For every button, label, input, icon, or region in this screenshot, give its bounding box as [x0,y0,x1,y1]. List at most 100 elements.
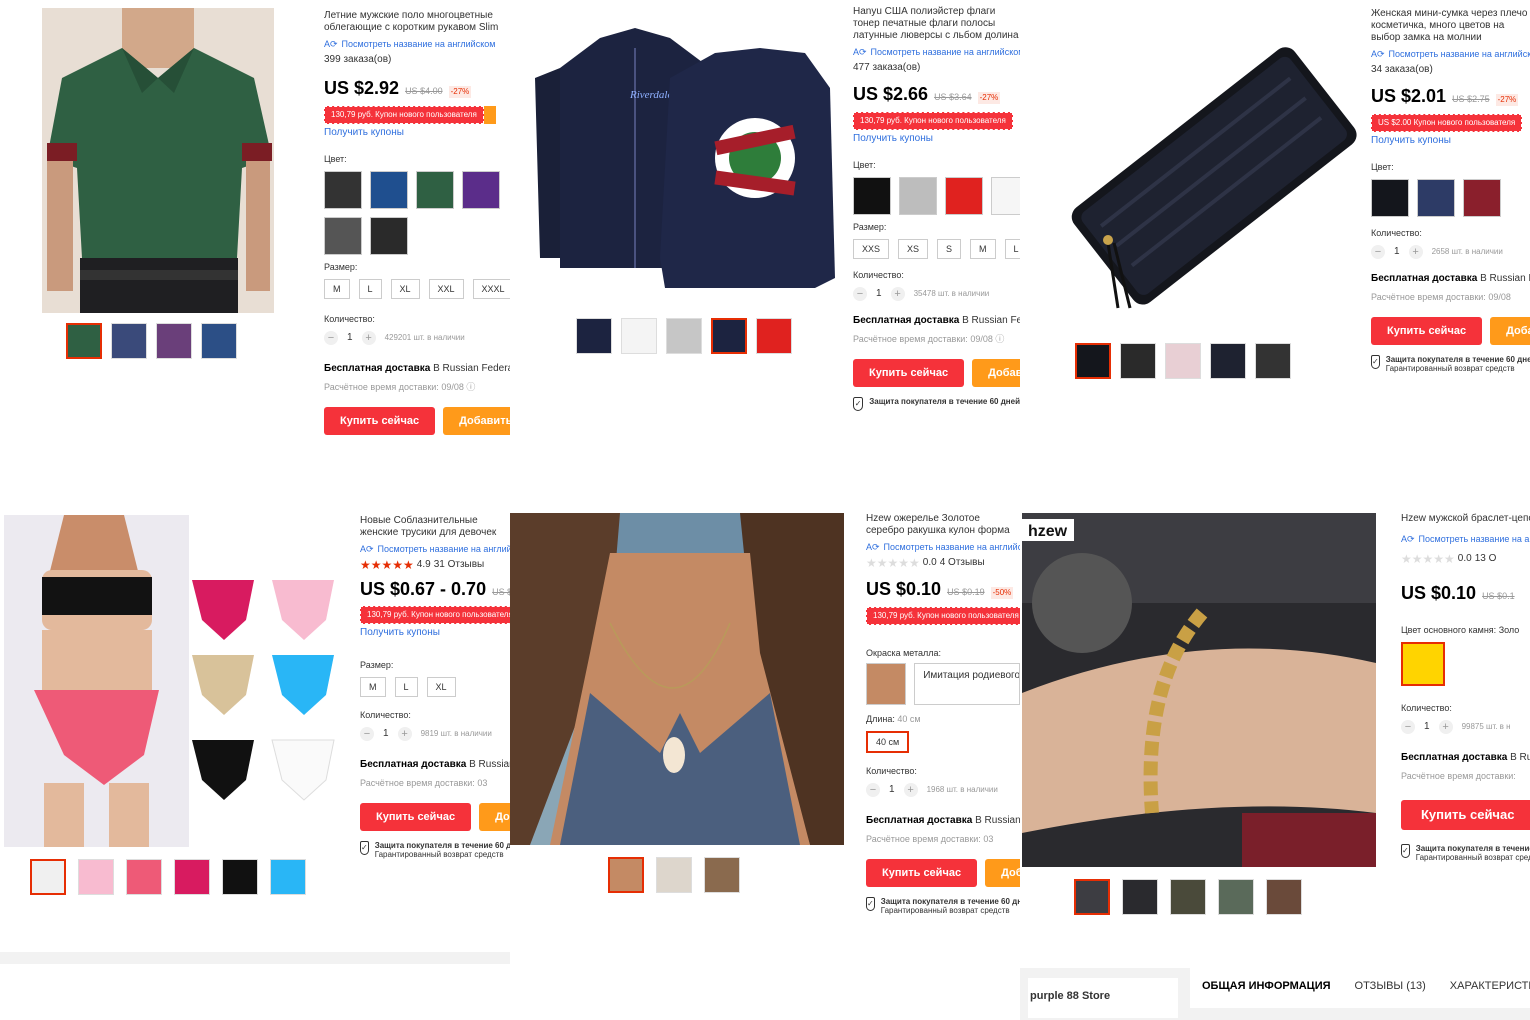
stone-swatch[interactable] [1401,642,1445,686]
qty-value[interactable]: 1 [347,332,353,344]
minus-icon[interactable]: − [1371,245,1385,259]
thumbnail[interactable] [111,323,147,359]
buy-now-button[interactable]: Купить сейчас [1401,800,1530,830]
size-option[interactable]: XS [898,239,929,259]
thumbnail[interactable] [270,859,306,895]
thumbnail[interactable] [222,859,258,895]
thumbnail[interactable] [156,323,192,359]
add-to-cart-button[interactable]: Добавить в корзину [1490,317,1530,345]
thumbnail[interactable] [1120,343,1156,379]
thumbnail[interactable] [608,857,644,893]
buy-now-button[interactable]: Купить сейчас [1371,317,1483,345]
product-image-hoodie[interactable]: Riverdale [530,8,840,308]
size-option[interactable]: L [394,677,418,697]
thumbnail[interactable] [1122,879,1158,915]
color-swatch[interactable] [899,177,937,215]
add-to-cart-button[interactable]: Добавить в корзину [985,859,1020,887]
product-image-bracelet[interactable]: hzew [1022,513,1376,867]
coupon-banner[interactable]: 130,79 руб. Купон нового пользователя [360,606,510,624]
tab-specs[interactable]: ХАРАКТЕРИСТИКИ [1450,980,1530,996]
color-swatch[interactable] [462,171,500,209]
size-option[interactable]: L [358,279,382,299]
color-swatch[interactable] [945,177,983,215]
color-swatch[interactable] [370,171,408,209]
tab-overview[interactable]: ОБЩАЯ ИНФОРМАЦИЯ [1202,980,1331,996]
translate-link[interactable]: A⟳Посмотреть название на английском [360,543,510,555]
size-option[interactable]: M [970,239,996,259]
get-coupons-link[interactable]: Получить купоны [1371,135,1530,147]
rating-row[interactable]: ★★★★★ 0.0 13 О [1401,553,1530,565]
minus-icon[interactable]: − [324,331,338,345]
tab-reviews[interactable]: ОТЗЫВЫ (13) [1355,980,1426,996]
product-title[interactable]: Новые Соблазнительные женские трусики дл… [360,515,510,539]
size-option[interactable]: M [360,677,386,697]
rating-row[interactable]: ★★★★★ 4.9 31 Отзывы [360,559,510,571]
product-image-panties[interactable] [4,515,338,847]
store-name[interactable]: purple 88 Store [1028,978,1178,1018]
thumbnail[interactable] [126,859,162,895]
thumbnail[interactable] [704,857,740,893]
minus-icon[interactable]: − [1401,720,1415,734]
color-swatch[interactable] [991,177,1020,215]
get-coupons-link[interactable]: Получить купоны [853,133,1020,145]
qty-value[interactable]: 1 [383,728,389,740]
thumbnail[interactable] [621,318,657,354]
metal-value[interactable]: Имитация родиевого [914,663,1020,705]
color-swatch[interactable] [1463,179,1501,217]
thumbnail[interactable] [576,318,612,354]
thumbnail[interactable] [1266,879,1302,915]
metal-swatch[interactable] [866,663,907,705]
thumbnail[interactable] [666,318,702,354]
size-option[interactable]: M [324,279,350,299]
thumbnail[interactable] [711,318,747,354]
size-option[interactable]: XXL [428,279,464,299]
buy-now-button[interactable]: Купить сейчас [866,859,978,887]
color-swatch[interactable] [324,171,362,209]
color-swatch[interactable] [324,217,362,255]
plus-icon[interactable]: + [1408,245,1423,259]
product-title[interactable]: Hanyu США полиэйстер флаги тонер печатны… [853,6,1020,42]
coupon-banner[interactable]: 130,79 руб. Купон нового пользователя [866,607,1020,625]
get-coupons-link[interactable]: Получить купоны [360,627,510,639]
translate-link[interactable]: A⟳Посмотреть название на английском [1371,48,1530,60]
color-swatch[interactable] [853,177,891,215]
thumbnail[interactable] [1075,343,1111,379]
thumbnail[interactable] [656,857,692,893]
plus-icon[interactable]: + [397,727,412,741]
thumbnail[interactable] [201,323,237,359]
thumbnail[interactable] [1255,343,1291,379]
thumbnail[interactable] [1074,879,1110,915]
qty-value[interactable]: 1 [889,784,895,796]
size-option[interactable]: L [1004,239,1020,259]
length-option[interactable]: 40 см [866,731,910,753]
add-to-cart-button[interactable]: Добавить в корзину [479,803,510,831]
product-title[interactable]: Hzew ожерелье Золотое серебро ракушка ку… [866,513,1020,537]
thumbnail[interactable] [1218,879,1254,915]
product-title[interactable]: Hzew мужской браслет-цепочка [1401,513,1530,525]
thumbnail[interactable] [174,859,210,895]
coupon-banner[interactable]: 130,79 руб. Купон нового пользователя [324,106,510,124]
size-option[interactable]: XL [390,279,420,299]
product-title[interactable]: Летние мужские поло многоцветные облегаю… [324,10,510,34]
buy-now-button[interactable]: Купить сейчас [324,407,436,435]
thumbnail[interactable] [1165,343,1201,379]
thumbnail[interactable] [1210,343,1246,379]
translate-link[interactable]: A⟳Посмотреть название на английском [1401,533,1530,545]
size-option[interactable]: XXS [853,239,890,259]
plus-icon[interactable]: + [1438,720,1453,734]
color-swatch[interactable] [370,217,408,255]
coupon-banner[interactable]: 130,79 руб. Купон нового пользователя [853,112,1020,130]
plus-icon[interactable]: + [903,783,918,797]
product-title[interactable]: Женская мини-сумка через плечо косметичк… [1371,8,1530,44]
size-option[interactable]: XXXL [472,279,510,299]
add-to-cart-button[interactable]: Добавить в корзину [443,407,510,435]
buy-now-button[interactable]: Купить сейчас [360,803,472,831]
info-icon[interactable]: ⓘ [995,334,1004,344]
thumbnail[interactable] [66,323,102,359]
size-option[interactable]: S [937,239,962,259]
get-coupons-link[interactable]: Получить купоны [324,127,510,139]
color-swatch[interactable] [1417,179,1455,217]
product-image-polo[interactable] [42,8,274,313]
rating-row[interactable]: ★★★★★ 0.0 4 Отзывы [866,557,1020,569]
qty-value[interactable]: 1 [876,288,882,300]
